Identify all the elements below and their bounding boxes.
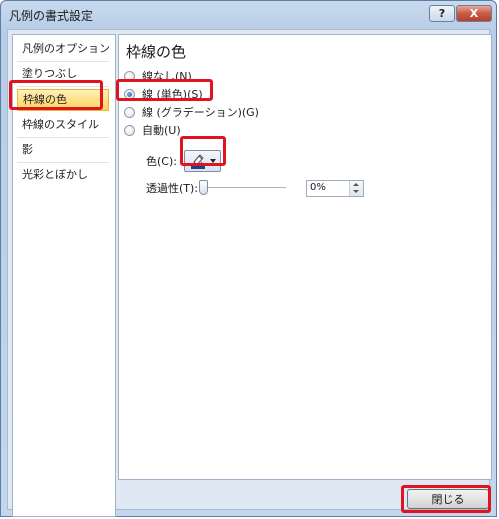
- radio-checked-icon: [124, 88, 135, 100]
- nav-item-border-style[interactable]: 枠線のスタイル: [17, 114, 109, 136]
- radio-gradient-line[interactable]: 線 (グラデーション)(G): [124, 104, 259, 120]
- format-legend-dialog: 凡例の書式設定 ? X 凡例のオプション 塗りつぶし 枠線の色 枠線のスタイル …: [0, 0, 497, 517]
- help-button[interactable]: ?: [429, 5, 455, 22]
- chevron-down-icon: [209, 159, 216, 163]
- radio-label: 線なし(N): [142, 70, 192, 83]
- radio-no-line[interactable]: 線なし(N): [124, 68, 192, 84]
- close-button[interactable]: 閉じる: [407, 489, 489, 509]
- dialog-body: 凡例のオプション 塗りつぶし 枠線の色 枠線のスタイル 影 光彩とぼかし 枠線の…: [7, 29, 492, 517]
- nav-item-legend-options[interactable]: 凡例のオプション: [17, 38, 110, 60]
- nav-divider: [17, 86, 109, 87]
- pen-color-icon: [190, 154, 205, 169]
- nav-divider: [17, 137, 109, 138]
- color-setting: 色(C):: [146, 150, 221, 172]
- radio-label: 自動(U): [142, 124, 181, 137]
- color-picker-button[interactable]: [184, 150, 221, 172]
- transparency-slider[interactable]: [199, 179, 286, 197]
- nav-item-fill[interactable]: 塗りつぶし: [17, 63, 109, 85]
- radio-label: 線 (単色)(S): [142, 88, 203, 101]
- nav-divider: [17, 61, 109, 62]
- radio-icon: [124, 70, 135, 82]
- nav-item-glow-soft-edges[interactable]: 光彩とぼかし: [17, 164, 109, 186]
- window-title: 凡例の書式設定: [9, 9, 94, 23]
- radio-solid-line[interactable]: 線 (単色)(S): [124, 86, 203, 102]
- nav-item-shadow[interactable]: 影: [17, 139, 109, 161]
- transparency-spinbox[interactable]: 0%: [306, 179, 364, 197]
- help-icon: ?: [438, 7, 446, 20]
- spin-down-icon[interactable]: [353, 189, 359, 193]
- transparency-value[interactable]: 0%: [310, 182, 326, 193]
- radio-label: 線 (グラデーション)(G): [142, 106, 259, 119]
- title-bar[interactable]: 凡例の書式設定 ? X: [1, 1, 496, 27]
- window-close-button[interactable]: X: [456, 5, 492, 22]
- border-color-panel: 枠線の色 線なし(N) 線 (単色)(S) 線 (グラデーション)(G) 自動(…: [118, 34, 492, 480]
- spin-buttons[interactable]: [349, 180, 363, 196]
- color-label: 色(C):: [146, 155, 177, 168]
- close-icon: X: [469, 7, 479, 20]
- nav-divider: [17, 162, 109, 163]
- transparency-setting: 透過性(T): 0%: [146, 179, 364, 197]
- transparency-label: 透過性(T):: [146, 182, 199, 195]
- radio-automatic[interactable]: 自動(U): [124, 122, 181, 138]
- radio-icon: [124, 124, 135, 136]
- category-nav: 凡例のオプション 塗りつぶし 枠線の色 枠線のスタイル 影 光彩とぼかし: [12, 34, 116, 517]
- nav-item-border-color[interactable]: 枠線の色: [17, 89, 109, 111]
- spin-up-icon[interactable]: [353, 182, 359, 186]
- radio-icon: [124, 106, 135, 118]
- panel-title: 枠線の色: [126, 43, 187, 61]
- slider-thumb[interactable]: [199, 180, 208, 195]
- slider-track: [199, 187, 286, 188]
